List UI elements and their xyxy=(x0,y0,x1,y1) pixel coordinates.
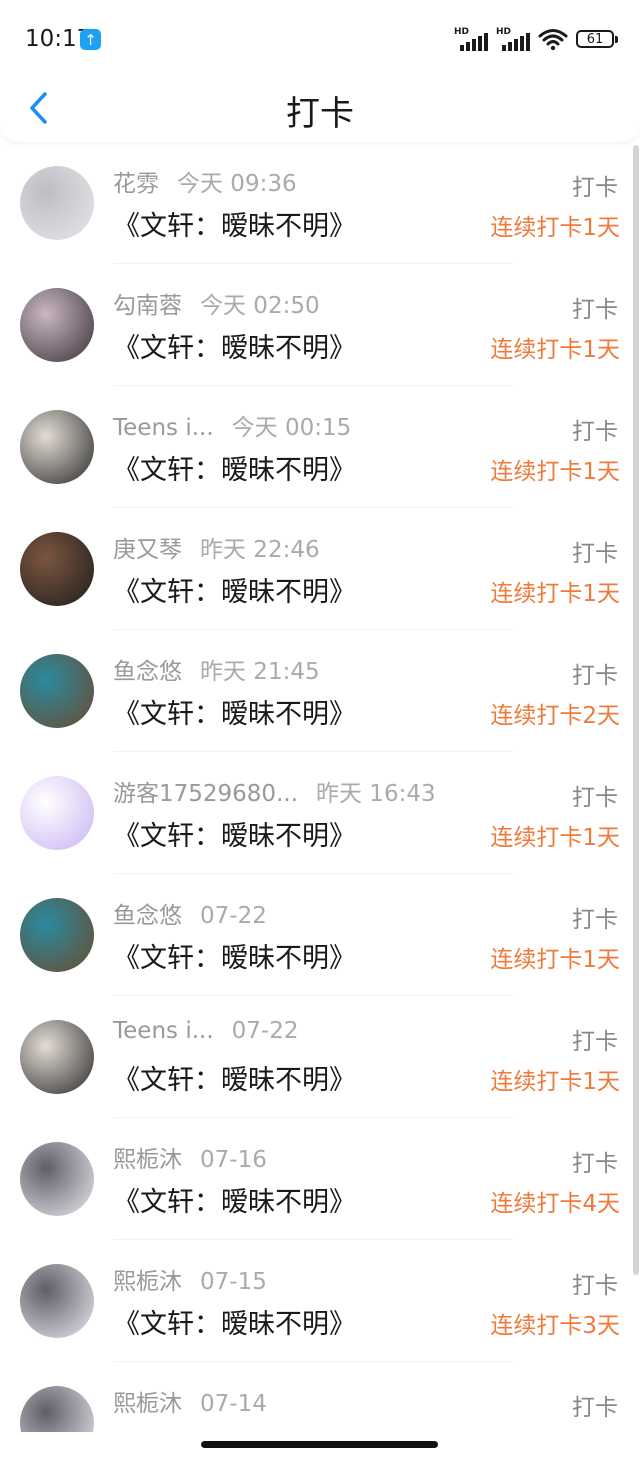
wifi-icon xyxy=(538,29,568,51)
checkin-label: 打卡 xyxy=(572,1029,618,1055)
user-name[interactable]: 鱼念悠 xyxy=(113,659,182,685)
meta-line: 游客17529680... 昨天 16:43 xyxy=(113,774,436,808)
avatar[interactable] xyxy=(20,1386,94,1432)
avatar[interactable] xyxy=(20,288,94,362)
meta-line: Teens i... 今天 00:15 xyxy=(113,408,351,442)
meta-line: 鱼念悠 07-22 xyxy=(113,896,267,930)
checkin-label: 打卡 xyxy=(572,785,618,811)
checkin-label: 打卡 xyxy=(572,419,618,445)
user-name[interactable]: Teens i... xyxy=(113,415,214,441)
user-name[interactable]: Teens i... xyxy=(113,1018,214,1044)
list-item[interactable]: 熙栀沐 07-16 《文轩：暧昧不明》 打卡连续打卡4天 xyxy=(0,1118,640,1240)
page-title: 打卡 xyxy=(286,94,354,134)
checkin-label: 打卡 xyxy=(572,1395,618,1421)
cell-signal-icon: HD xyxy=(454,27,488,51)
timestamp: 今天 02:50 xyxy=(200,293,320,319)
avatar[interactable] xyxy=(20,776,94,850)
checkin-label: 打卡 xyxy=(572,663,618,689)
timestamp: 07-22 xyxy=(200,903,267,929)
streak-badge: 连续打卡1天 xyxy=(490,947,620,973)
list-item[interactable]: 鱼念悠 07-22 《文轩：暧昧不明》 打卡连续打卡1天 xyxy=(0,874,640,996)
timestamp: 昨天 21:45 xyxy=(200,659,320,685)
book-title: 《文轩：暧昧不明》 xyxy=(113,333,356,364)
timestamp: 昨天 16:43 xyxy=(316,781,436,807)
streak-badge: 连续打卡2天 xyxy=(490,703,620,729)
book-title: 《文轩：暧昧不明》 xyxy=(113,821,356,852)
user-name[interactable]: 勾南蓉 xyxy=(113,293,182,319)
avatar[interactable] xyxy=(20,410,94,484)
list-item[interactable]: 游客17529680... 昨天 16:43 《文轩：暧昧不明》 打卡连续打卡1天 xyxy=(0,752,640,874)
list-item[interactable]: Teens i... 07-22 《文轩：暧昧不明》 打卡连续打卡1天 xyxy=(0,996,640,1118)
home-indicator[interactable] xyxy=(201,1441,438,1448)
checkin-label: 打卡 xyxy=(572,541,618,567)
list-item[interactable]: 鱼念悠 昨天 21:45 《文轩：暧昧不明》 打卡连续打卡2天 xyxy=(0,630,640,752)
list-item[interactable]: 熙栀沐 07-15 《文轩：暧昧不明》 打卡连续打卡3天 xyxy=(0,1240,640,1362)
avatar[interactable] xyxy=(20,166,94,240)
user-name[interactable]: 熙栀沐 xyxy=(113,1391,182,1417)
timestamp: 07-15 xyxy=(200,1269,267,1295)
book-title: 《文轩：暧昧不明》 xyxy=(113,1065,356,1096)
meta-line: 庚又琴 昨天 22:46 xyxy=(113,530,320,564)
list-item[interactable]: 熙栀沐 07-14 打卡 xyxy=(0,1362,640,1432)
timestamp: 昨天 22:46 xyxy=(200,537,320,563)
checkin-label: 打卡 xyxy=(572,1273,618,1299)
avatar[interactable] xyxy=(20,654,94,728)
streak-badge: 连续打卡3天 xyxy=(490,1313,620,1339)
streak-badge: 连续打卡1天 xyxy=(490,581,620,607)
timestamp: 07-22 xyxy=(231,1018,299,1044)
avatar[interactable] xyxy=(20,1142,94,1216)
checkin-label: 打卡 xyxy=(572,907,618,933)
meta-line: 熙栀沐 07-14 xyxy=(113,1384,267,1418)
streak-badge: 连续打卡1天 xyxy=(490,337,620,363)
user-name[interactable]: 熙栀沐 xyxy=(113,1147,182,1173)
avatar[interactable] xyxy=(20,532,94,606)
cell-signal-icon: HD xyxy=(496,27,530,51)
book-title: 《文轩：暧昧不明》 xyxy=(113,943,356,974)
timestamp: 今天 00:15 xyxy=(231,415,352,441)
user-name[interactable]: 花雰 xyxy=(113,171,159,197)
book-title: 《文轩：暧昧不明》 xyxy=(113,455,356,486)
checkin-label: 打卡 xyxy=(572,175,618,201)
meta-line: 熙栀沐 07-16 xyxy=(113,1140,267,1174)
timestamp: 今天 09:36 xyxy=(177,171,297,197)
avatar[interactable] xyxy=(20,1264,94,1338)
upload-icon: ↑ xyxy=(80,29,101,50)
streak-badge: 连续打卡1天 xyxy=(490,825,620,851)
book-title: 《文轩：暧昧不明》 xyxy=(113,211,356,242)
book-title: 《文轩：暧昧不明》 xyxy=(113,1187,356,1218)
list-item[interactable]: 花雰 今天 09:36 《文轩：暧昧不明》 打卡连续打卡1天 xyxy=(0,142,640,264)
list-item[interactable]: 勾南蓉 今天 02:50 《文轩：暧昧不明》 打卡连续打卡1天 xyxy=(0,264,640,386)
avatar[interactable] xyxy=(20,1020,94,1094)
book-title: 《文轩：暧昧不明》 xyxy=(113,577,356,608)
top-bar: 10:17 ↑ HD HD 61 打卡 xyxy=(0,0,640,142)
streak-badge: 连续打卡4天 xyxy=(490,1191,620,1217)
meta-line: 勾南蓉 今天 02:50 xyxy=(113,286,320,320)
status-icons: HD HD 61 xyxy=(454,27,618,51)
meta-line: Teens i... 07-22 xyxy=(113,1018,298,1044)
user-name[interactable]: 鱼念悠 xyxy=(113,903,182,929)
checkin-list[interactable]: 花雰 今天 09:36 《文轩：暧昧不明》 打卡 连续打卡1天 勾南蓉 今天 02:50 《文… xyxy=(0,142,640,1432)
avatar[interactable] xyxy=(20,898,94,972)
checkin-label: 打卡 xyxy=(572,297,618,323)
book-title: 《文轩：暧昧不明》 xyxy=(113,1309,356,1340)
meta-line: 花雰 今天 09:36 xyxy=(113,164,297,198)
battery-icon: 61 xyxy=(576,30,618,48)
checkin-label: 打卡 xyxy=(572,1151,618,1177)
meta-line: 熙栀沐 07-15 xyxy=(113,1262,267,1296)
streak-badge: 连续打卡1天 xyxy=(490,215,620,241)
meta-line: 鱼念悠 昨天 21:45 xyxy=(113,652,320,686)
user-name[interactable]: 庚又琴 xyxy=(113,537,182,563)
list-item[interactable]: Teens i... 今天 00:15 《文轩：暧昧不明》 打卡连续打卡1天 xyxy=(0,386,640,508)
book-title: 《文轩：暧昧不明》 xyxy=(113,699,356,730)
streak-badge: 连续打卡1天 xyxy=(490,1069,620,1095)
streak-badge: 连续打卡1天 xyxy=(490,459,620,485)
timestamp: 07-16 xyxy=(200,1147,267,1173)
list-item[interactable]: 庚又琴 昨天 22:46 《文轩：暧昧不明》 打卡连续打卡1天 xyxy=(0,508,640,630)
user-name[interactable]: 游客17529680... xyxy=(113,781,298,807)
timestamp: 07-14 xyxy=(200,1391,267,1417)
scrollbar[interactable] xyxy=(633,145,639,1275)
user-name[interactable]: 熙栀沐 xyxy=(113,1269,182,1295)
